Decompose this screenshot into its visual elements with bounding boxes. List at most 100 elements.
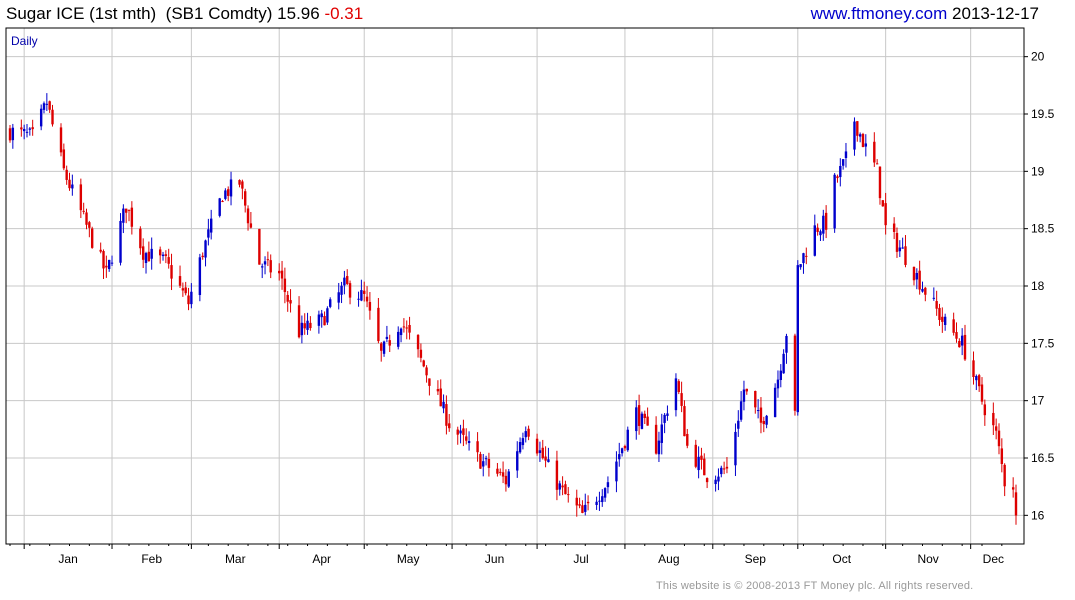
candle-down	[564, 484, 567, 495]
candle-down	[59, 127, 63, 153]
candle-up	[317, 314, 321, 326]
candle-down	[408, 325, 411, 333]
x-tick-label: Jan	[58, 552, 77, 566]
candle-up	[218, 198, 221, 216]
candle-up	[819, 231, 822, 236]
candle-down	[85, 212, 88, 225]
copyright-notice: This website is © 2008-2013 FT Money plc…	[656, 580, 974, 592]
candle-up	[717, 476, 720, 482]
candle-down	[904, 246, 907, 265]
candle-down	[405, 327, 408, 329]
candle-down	[586, 501, 590, 504]
candle-up	[660, 424, 663, 443]
candle-down	[544, 456, 547, 461]
candle-down	[241, 181, 244, 189]
candle-down	[221, 201, 224, 203]
candle-up	[674, 378, 678, 411]
candle-down	[754, 390, 757, 408]
candle-up	[25, 131, 29, 133]
candle-down	[793, 335, 797, 411]
y-tick-label: 19.5	[1031, 107, 1055, 121]
candle-down	[878, 166, 882, 199]
candle-up	[229, 179, 233, 197]
candle-down	[1014, 492, 1018, 516]
grid	[6, 28, 1024, 544]
candle-down	[1003, 464, 1006, 487]
candle-down	[368, 301, 372, 311]
candle-up	[737, 420, 740, 429]
candle-down	[31, 127, 34, 130]
candle-down	[941, 316, 944, 322]
candle-up	[42, 103, 46, 110]
candle-up	[198, 257, 202, 296]
candle-down	[365, 296, 369, 302]
candle-up	[841, 159, 845, 166]
candle-down	[997, 430, 1001, 447]
candle-up	[442, 401, 445, 409]
x-tick-label: Apr	[312, 552, 331, 566]
y-tick-label: 19	[1031, 164, 1045, 178]
candle-up	[300, 322, 304, 336]
candle-down	[88, 222, 91, 228]
candle-down	[654, 424, 658, 454]
candle-down	[439, 388, 442, 407]
candle-up	[853, 121, 856, 150]
candle-down	[499, 471, 502, 473]
candle-down	[178, 276, 182, 286]
candle-up	[360, 290, 363, 301]
candle-down	[683, 406, 686, 437]
candle-up	[785, 335, 788, 353]
candle-down	[436, 389, 440, 392]
x-tick-label: Jun	[485, 552, 504, 566]
candle-up	[110, 262, 114, 264]
candle-down	[637, 405, 641, 426]
candle-down	[102, 251, 105, 269]
y-tick-label: 18.5	[1031, 222, 1055, 236]
candle-up	[915, 272, 919, 280]
candle-down	[504, 475, 508, 485]
candle-down	[167, 257, 170, 264]
candle-up	[484, 458, 488, 460]
candle-down	[456, 429, 459, 435]
y-tick-label: 17	[1031, 394, 1045, 408]
candle-down	[124, 208, 128, 213]
candle-down	[977, 375, 981, 387]
candle-up	[606, 482, 610, 488]
candle-up	[779, 370, 782, 381]
candle-down	[992, 412, 995, 426]
candle-down	[280, 270, 284, 279]
candle-up	[28, 128, 32, 130]
candle-down	[856, 121, 859, 136]
candle-down	[363, 290, 366, 294]
candle-down	[575, 497, 578, 506]
candle-down	[266, 259, 270, 261]
candle-down	[402, 326, 406, 328]
candle-up	[547, 459, 550, 463]
candle-up	[663, 414, 666, 423]
candle-up	[615, 461, 618, 482]
candle-up	[340, 285, 343, 295]
candle-up	[119, 220, 122, 263]
candle-up	[459, 430, 462, 434]
candle-down	[703, 458, 706, 476]
candle-up	[739, 401, 743, 420]
candle-down	[283, 278, 287, 293]
candle-down	[147, 251, 151, 262]
candle-down	[680, 393, 683, 406]
candle-down	[465, 436, 468, 441]
candle-down	[496, 468, 499, 474]
candle-up	[122, 208, 125, 223]
candle-down	[762, 420, 765, 425]
candle-up	[263, 261, 267, 265]
candle-down	[348, 283, 352, 298]
x-tick-label: Mar	[225, 552, 246, 566]
candle-up	[357, 298, 360, 300]
candle-up	[161, 254, 165, 257]
candle-up	[595, 501, 598, 505]
candle-down	[805, 255, 808, 257]
candle-up	[858, 134, 862, 137]
candle-down	[130, 207, 134, 227]
candle-up	[975, 376, 978, 381]
candle-up	[635, 407, 638, 432]
candle-up	[960, 335, 964, 346]
